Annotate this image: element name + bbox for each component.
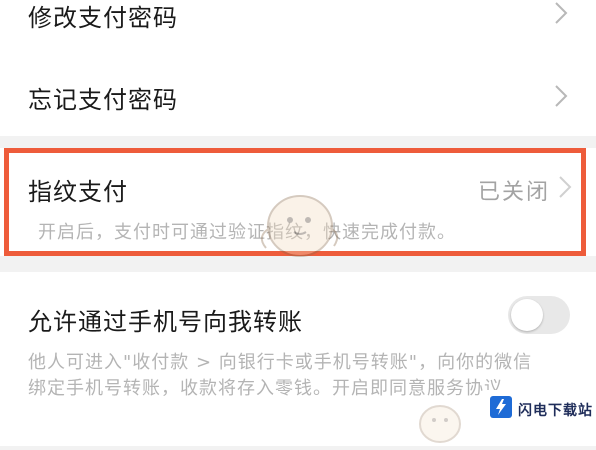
change-payment-password-label: 修改支付密码 (28, 4, 178, 32)
forgot-payment-password-row[interactable]: 忘记支付密码 (0, 48, 596, 136)
phone-transfer-label: 允许通过手机号向我转账 (28, 308, 303, 336)
toggle-knob (511, 299, 543, 331)
watermark-badge: 闪电下载站 (484, 390, 596, 430)
chevron-right-icon (554, 0, 568, 26)
chevron-right-icon (554, 83, 568, 109)
watermark-text: 闪电下载站 (518, 403, 593, 419)
change-payment-password-row[interactable]: 修改支付密码 (0, 0, 596, 48)
mascot-watermark-icon (410, 396, 470, 450)
lightning-logo-icon (490, 396, 512, 418)
forgot-payment-password-label: 忘记支付密码 (28, 86, 178, 114)
phone-transfer-toggle[interactable] (508, 296, 570, 334)
mascot-watermark-icon (250, 176, 346, 270)
